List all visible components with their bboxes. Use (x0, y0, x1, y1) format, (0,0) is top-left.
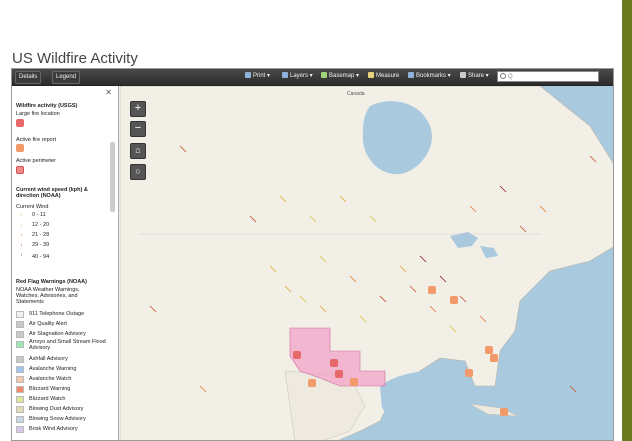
map-label-canada: Canada (347, 91, 365, 97)
warning-swatch (16, 386, 24, 393)
warning-label: Arroyo and Small Stream Flood Advisory (29, 339, 106, 351)
locate-button[interactable]: ○ (130, 164, 146, 180)
layers-icon (282, 72, 288, 78)
wind-arrow-icon: ↓ (20, 222, 23, 228)
share-label: Share (468, 73, 485, 79)
wind-class-1: 12 - 20 (32, 222, 50, 228)
section-title-wildfire: Wildfire activity (USGS) (16, 103, 78, 109)
zoom-out-button[interactable]: − (130, 121, 146, 137)
fire-marker (428, 286, 436, 294)
warning-label: Air Quality Alert (29, 321, 67, 327)
fire-marker (293, 351, 301, 359)
large-fire-label: Large fire location (16, 111, 60, 117)
fire-marker (350, 378, 358, 386)
large-fire-icon (16, 119, 24, 127)
active-fire-label: Active fire report (16, 137, 57, 143)
print-menu[interactable]: Print ▾ (245, 71, 270, 82)
cuba (469, 403, 519, 417)
measure-tool[interactable]: Measure (368, 71, 399, 82)
warning-label: Air Stagnation Advisory (29, 331, 86, 337)
bookmarks-label: Bookmarks (416, 73, 447, 79)
legend-panel: ✕ Wildfire activity (USGS) Large fire lo… (12, 86, 119, 440)
warning-swatch (16, 331, 24, 338)
fire-marker (330, 359, 338, 367)
wind-class-3: 29 - 39 (32, 242, 50, 248)
share-menu[interactable]: Share ▾ (460, 71, 489, 82)
redflag-subtitle: NOAA Weather Warnings, Watches, Advisori… (16, 287, 80, 305)
warning-label: Blizzard Watch (29, 396, 66, 402)
search-input[interactable]: Q (497, 71, 599, 82)
legend-label: Legend (56, 74, 77, 80)
zoom-in-button[interactable]: + (130, 101, 146, 117)
basemap-icon (321, 72, 327, 78)
fire-marker (485, 346, 493, 354)
print-label: Print (253, 73, 266, 79)
bookmark-icon (408, 72, 414, 78)
warning-label: Avalanche Warning (29, 366, 77, 372)
toolbar: Details Legend Print ▾ Layers ▾ Basemap … (12, 69, 613, 86)
fire-marker (335, 370, 343, 378)
wind-class-0: 0 - 11 (32, 212, 46, 218)
current-wind-label: Current Wind (16, 204, 49, 210)
wind-class-2: 21 - 28 (32, 232, 50, 238)
gulf-of-mexico (380, 370, 473, 426)
close-icon[interactable]: ✕ (105, 88, 112, 97)
page-title: US Wildfire Activity (12, 50, 138, 67)
wind-arrow-icon: ↓ (20, 252, 23, 258)
active-perimeter-label: Active perimeter (16, 158, 56, 164)
warning-swatch (16, 311, 24, 318)
warning-swatch (16, 376, 24, 383)
fire-marker (308, 379, 316, 387)
measure-label: Measure (376, 73, 400, 79)
wind-arrow-icon: ↓ (20, 232, 23, 238)
decorative-band (622, 0, 632, 441)
map-view[interactable]: Canada + − ⌂ ○ (120, 86, 613, 440)
warning-label: Brisk Wind Advisory (29, 426, 78, 432)
warning-label: Ashfall Advisory (29, 356, 68, 362)
perimeter-icon (16, 166, 24, 174)
details-button[interactable]: Details (15, 71, 42, 84)
fire-marker (490, 354, 498, 362)
bookmarks-menu[interactable]: Bookmarks ▾ (408, 71, 451, 82)
layers-label: Layers (290, 73, 309, 79)
basemap-label: Basemap (329, 73, 355, 79)
print-icon (245, 72, 251, 78)
home-button[interactable]: ⌂ (130, 143, 146, 159)
basemap-menu[interactable]: Basemap ▾ (321, 71, 359, 82)
wind-arrow-icon: ↓ (20, 242, 23, 248)
active-fire-icon (16, 144, 24, 152)
warning-swatch (16, 356, 24, 363)
share-icon (460, 72, 466, 78)
search-icon (500, 73, 506, 79)
legend-button[interactable]: Legend (52, 71, 81, 84)
warning-swatch (16, 366, 24, 373)
layers-menu[interactable]: Layers ▾ (282, 71, 313, 82)
wind-class-4: 40 - 94 (32, 254, 50, 260)
details-label: Details (19, 74, 38, 80)
basemap-svg (120, 86, 613, 440)
warning-swatch (16, 321, 24, 328)
wind-arrow-icon: ↓ (20, 212, 23, 218)
map-application: Details Legend Print ▾ Layers ▾ Basemap … (11, 68, 614, 441)
warning-label: Blowing Dust Advisory (29, 406, 84, 412)
section-title-wind: Current wind speed (kph) & direction (NO… (16, 187, 88, 199)
warning-swatch (16, 396, 24, 403)
section-title-redflag: Red Flag Warnings (NOAA) (16, 279, 87, 285)
warning-label: Avalanche Watch (29, 376, 72, 382)
warning-swatch (16, 416, 24, 423)
fire-marker (465, 369, 473, 377)
warning-label: Blowing Snow Advisory (29, 416, 86, 422)
warning-label: 911 Telephone Outage (29, 311, 85, 317)
warning-swatch (16, 341, 24, 348)
warning-swatch (16, 426, 24, 433)
fire-marker (500, 408, 508, 416)
ruler-icon (368, 72, 374, 78)
fire-marker (450, 296, 458, 304)
warning-swatch (16, 406, 24, 413)
warning-label: Blizzard Warning (29, 386, 71, 392)
legend-scrollbar[interactable] (110, 142, 115, 212)
